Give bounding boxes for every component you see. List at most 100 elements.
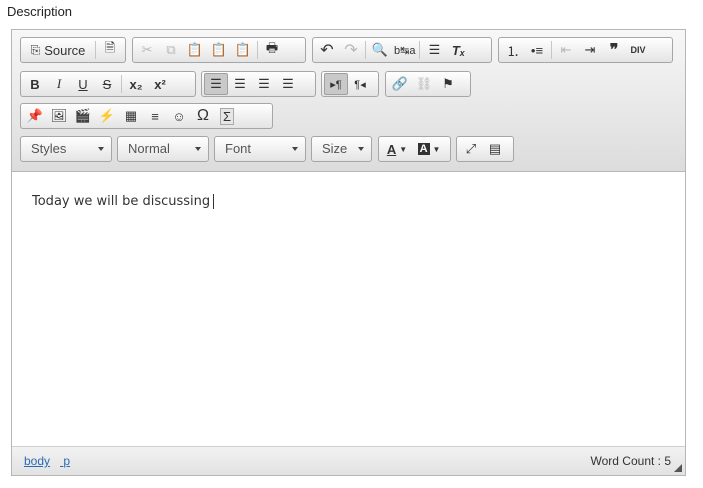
blockquote-button[interactable]: ❞ xyxy=(602,39,626,61)
paste-text-button[interactable]: 📋 xyxy=(207,39,231,61)
smiley-button[interactable]: ☺ xyxy=(167,105,191,127)
insert-pin-button[interactable]: 📌 xyxy=(23,105,47,127)
flag-icon: ⚑ xyxy=(442,76,454,91)
links-group: 🔗 ⛓ ⚑ xyxy=(385,71,471,97)
resize-handle-icon[interactable] xyxy=(674,464,682,472)
paste-button[interactable]: 📋 xyxy=(183,39,207,61)
sigma-icon: Σ xyxy=(219,107,235,125)
caret-down-icon: ▼ xyxy=(432,144,441,154)
find-button[interactable]: 🔍 xyxy=(368,39,392,61)
rtl-button[interactable]: ¶◂ xyxy=(348,73,372,95)
insert-group: 📌 🖼 🎬 ⚡ ▦ ≡ ☺ Ω Σ xyxy=(20,103,273,129)
create-div-button[interactable]: DIV xyxy=(626,39,650,61)
show-blocks-icon: ▤ xyxy=(488,141,502,156)
background-color-button[interactable]: A ▼ xyxy=(413,138,445,160)
redo-button[interactable]: ↷ xyxy=(339,39,363,61)
redo-icon: ↷ xyxy=(344,42,358,59)
font-dropdown-value: Font xyxy=(225,141,252,156)
align-right-button[interactable]: ☰ xyxy=(252,73,276,95)
smiley-icon: ☺ xyxy=(172,108,186,124)
bold-icon: B xyxy=(30,76,40,92)
ltr-button[interactable]: ▸¶ xyxy=(324,73,348,95)
flash-icon: ⚡ xyxy=(98,108,116,123)
cut-button[interactable]: ✂ xyxy=(135,39,159,61)
chevron-down-icon xyxy=(98,147,104,151)
source-button[interactable]: ⎘ Source xyxy=(23,39,93,61)
align-center-button[interactable]: ☰ xyxy=(228,73,252,95)
content-text: Today we will be discussing xyxy=(32,194,211,209)
maximize-button[interactable]: ⤢ xyxy=(459,138,483,160)
image-icon: 🖼 xyxy=(50,108,68,123)
print-button[interactable]: 🖶 xyxy=(260,39,284,61)
paragraph-list-group: ⒈ •≡ ⇤ ⇥ ❞ DIV xyxy=(498,37,673,63)
format-dropdown-value: Normal xyxy=(128,141,170,156)
maximize-icon: ⤢ xyxy=(465,141,477,156)
caret-down-icon: ▼ xyxy=(399,144,408,154)
indent-button[interactable]: ⇥ xyxy=(578,39,602,61)
select-all-button[interactable]: ☰ xyxy=(422,39,446,61)
align-left-icon: ☰ xyxy=(210,76,222,91)
undo-button[interactable]: ↶ xyxy=(315,39,339,61)
copy-icon: ⧉ xyxy=(166,42,176,57)
underline-button[interactable]: U xyxy=(71,73,95,95)
format-dropdown[interactable]: Normal xyxy=(117,136,209,162)
bulleted-list-icon: •≡ xyxy=(530,42,544,58)
text-ltr-icon: ▸¶ xyxy=(330,78,342,91)
align-left-button[interactable]: ☰ xyxy=(204,73,228,95)
subscript-icon: x₂ xyxy=(129,76,143,92)
anchor-button[interactable]: ⚑ xyxy=(436,73,460,95)
italic-button[interactable]: I xyxy=(47,73,71,95)
link-icon: 🔗 xyxy=(391,76,409,91)
chevron-down-icon xyxy=(358,147,364,151)
colors-group: A ▼ A ▼ xyxy=(378,136,451,162)
outdent-button[interactable]: ⇤ xyxy=(554,39,578,61)
content-paragraph[interactable]: Today we will be discussing xyxy=(32,194,215,209)
flash-button[interactable]: ⚡ xyxy=(95,105,119,127)
outdent-icon: ⇤ xyxy=(560,42,572,57)
unlink-icon: ⛓ xyxy=(415,76,433,91)
table-button[interactable]: ▦ xyxy=(119,105,143,127)
path-item-p[interactable]: p xyxy=(63,454,70,468)
bold-button[interactable]: B xyxy=(23,73,47,95)
editor-content-area[interactable]: Today we will be discussing xyxy=(12,172,685,446)
align-justify-button[interactable]: ☰ xyxy=(276,73,300,95)
undo-icon: ↶ xyxy=(320,42,334,59)
indent-icon: ⇥ xyxy=(584,42,596,57)
horizontal-rule-button[interactable]: ≡ xyxy=(143,105,167,127)
search-icon: 🔍 xyxy=(371,42,389,57)
size-dropdown[interactable]: Size xyxy=(311,136,372,162)
element-path: body p xyxy=(24,454,80,468)
font-dropdown[interactable]: Font xyxy=(214,136,306,162)
printer-icon: 🖶 xyxy=(265,40,279,55)
copy-button[interactable]: ⧉ xyxy=(159,39,183,61)
strikethrough-icon: S xyxy=(102,76,112,92)
subscript-button[interactable]: x₂ xyxy=(124,73,148,95)
superscript-button[interactable]: x² xyxy=(148,73,172,95)
strikethrough-button[interactable]: S xyxy=(95,73,119,95)
link-button[interactable]: 🔗 xyxy=(388,73,412,95)
templates-button[interactable]: 🗎 xyxy=(98,39,122,61)
unlink-button[interactable]: ⛓ xyxy=(412,73,436,95)
text-caret xyxy=(213,194,215,209)
tools-group: ⤢ ▤ xyxy=(456,136,514,162)
direction-group: ▸¶ ¶◂ xyxy=(321,71,379,97)
bulleted-list-button[interactable]: •≡ xyxy=(525,39,549,61)
show-blocks-button[interactable]: ▤ xyxy=(483,138,507,160)
numbered-list-button[interactable]: ⒈ xyxy=(501,39,525,61)
clipboard-group: ✂ ⧉ 📋 📋 📋 🖶 xyxy=(132,37,306,63)
rich-text-editor: ⎘ Source 🗎 ✂ ⧉ 📋 📋 📋 🖶 ↶ ↷ 🔍 b↹a ☰ Tₓ ⒈ … xyxy=(11,29,686,476)
paste-text-icon: 📋 xyxy=(210,42,228,57)
path-item-body[interactable]: body xyxy=(24,454,50,468)
source-label: Source xyxy=(44,42,86,58)
math-button[interactable]: Σ xyxy=(215,105,239,127)
remove-format-button[interactable]: Tₓ xyxy=(446,39,470,61)
text-color-button[interactable]: A ▼ xyxy=(381,138,413,160)
styles-dropdown[interactable]: Styles xyxy=(20,136,112,162)
film-icon: 🎬 xyxy=(74,108,92,123)
video-button[interactable]: 🎬 xyxy=(71,105,95,127)
image-button[interactable]: 🖼 xyxy=(47,105,71,127)
replace-button[interactable]: b↹a xyxy=(392,39,417,61)
paste-word-button[interactable]: 📋 xyxy=(231,39,255,61)
special-char-button[interactable]: Ω xyxy=(191,105,215,127)
chevron-down-icon xyxy=(292,147,298,151)
